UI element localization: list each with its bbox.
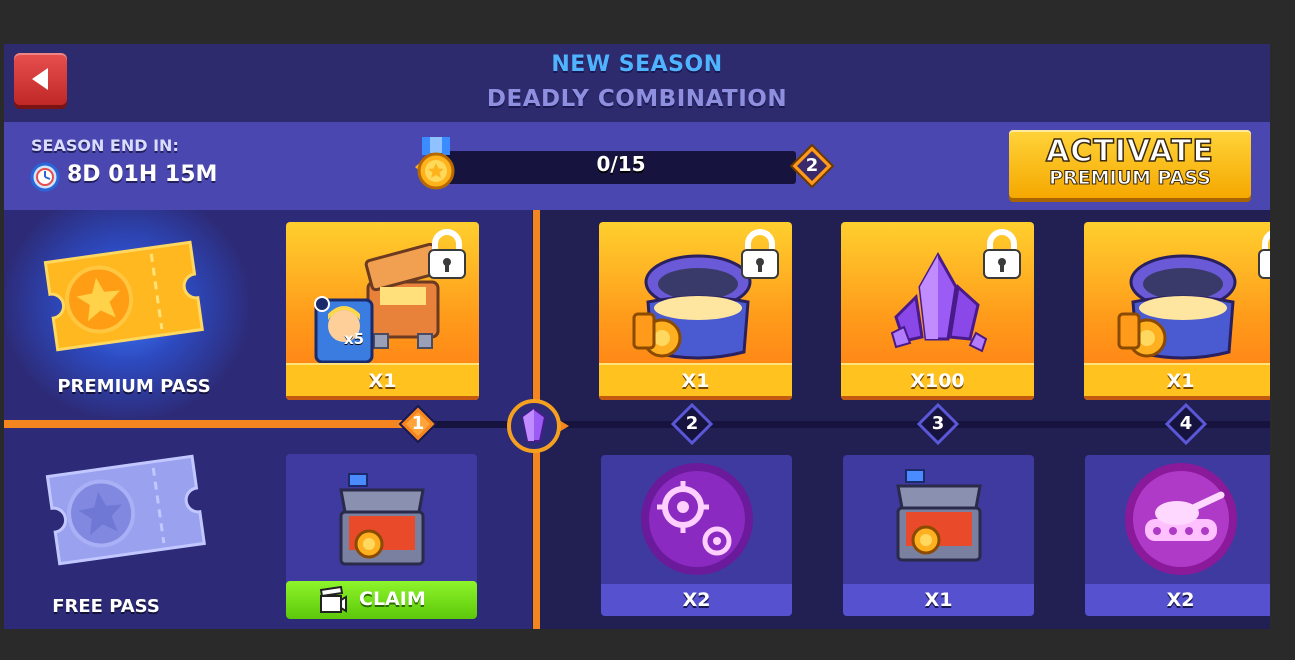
card-shade: [286, 396, 479, 400]
free-reward-card[interactable]: X2: [1085, 455, 1270, 616]
card-shade: [599, 396, 792, 400]
season-title: NEW SEASON: [551, 52, 723, 77]
video-clapper-icon: [319, 586, 347, 613]
free-pass-title: FREE PASS: [52, 596, 160, 617]
lock-icon: [741, 229, 779, 279]
reward-quantity: X2: [601, 584, 792, 616]
battle-pass-panel: NEW SEASON DEADLY COMBINATION SEASON END…: [4, 44, 1270, 629]
season-timer: 8D 01H 15M: [67, 162, 218, 187]
free-reward-card[interactable]: X2: [601, 455, 792, 616]
hero-count: x5: [344, 330, 365, 348]
free-reward-card[interactable]: X1: [843, 455, 1034, 616]
season-name: DEADLY COMBINATION: [486, 86, 788, 112]
premium-reward-card[interactable]: X1: [1084, 222, 1270, 400]
premium-pass-label: PREMIUM PASS: [1049, 167, 1212, 190]
level-number: 3: [931, 413, 945, 434]
season-info-bar: SEASON END IN: 8D 01H 15M 0/15 2 ACTIVAT…: [4, 122, 1270, 210]
reward-quantity: X1: [1084, 363, 1270, 400]
chest-icon: [338, 473, 425, 566]
premium-pass-title: PREMIUM PASS: [57, 376, 211, 397]
next-level-number: 2: [805, 155, 819, 176]
reward-quantity: X1: [599, 363, 792, 400]
premium-reward-card[interactable]: X100: [841, 222, 1034, 400]
current-level-marker: [507, 399, 571, 453]
level-number: 1: [411, 413, 425, 434]
free-ticket-icon: [45, 454, 206, 566]
lock-icon: [1258, 230, 1270, 279]
activate-label: ACTIVATE: [1045, 133, 1214, 170]
reward-quantity: X100: [841, 363, 1034, 400]
level-node: 2: [671, 403, 713, 445]
target-boost-icon: [640, 463, 753, 576]
card-shade: [841, 396, 1034, 400]
level-number: 4: [1179, 413, 1193, 434]
reward-quantity: X1: [843, 584, 1034, 616]
lock-icon: [983, 229, 1021, 279]
progress-text: 0/15: [596, 152, 646, 176]
claim-label: CLAIM: [359, 588, 426, 610]
reward-quantity: X1: [286, 363, 479, 400]
premium-reward-card[interactable]: x5 X1: [286, 222, 479, 400]
free-reward-card[interactable]: CLAIM: [286, 454, 477, 619]
activate-premium-button[interactable]: ACTIVATE PREMIUM PASS: [1009, 130, 1251, 198]
lock-icon: [428, 229, 466, 279]
rewards-area: PREMIUM PASS FREE PASS x5 X1 X1 X100 X1 …: [4, 210, 1270, 629]
season-end-label: SEASON END IN:: [31, 136, 179, 155]
clock-icon: [30, 162, 60, 192]
premium-reward-card[interactable]: X1: [599, 222, 792, 400]
card-shade: [1084, 396, 1270, 400]
claim-button[interactable]: CLAIM: [286, 581, 477, 619]
premium-ticket-icon: [43, 240, 204, 352]
next-level-badge: 2: [790, 144, 834, 188]
tank-boost-icon: [1124, 463, 1237, 576]
gem-marker-icon: [507, 399, 569, 453]
level-node: 3: [917, 403, 959, 445]
chest-icon: [895, 469, 982, 562]
level-node: 4: [1165, 403, 1207, 445]
epic-chest-icon: [1117, 254, 1236, 360]
level-node: 1: [397, 403, 439, 445]
reward-quantity: X2: [1085, 584, 1270, 616]
level-number: 2: [685, 413, 699, 434]
track-progress-line: [4, 420, 414, 428]
